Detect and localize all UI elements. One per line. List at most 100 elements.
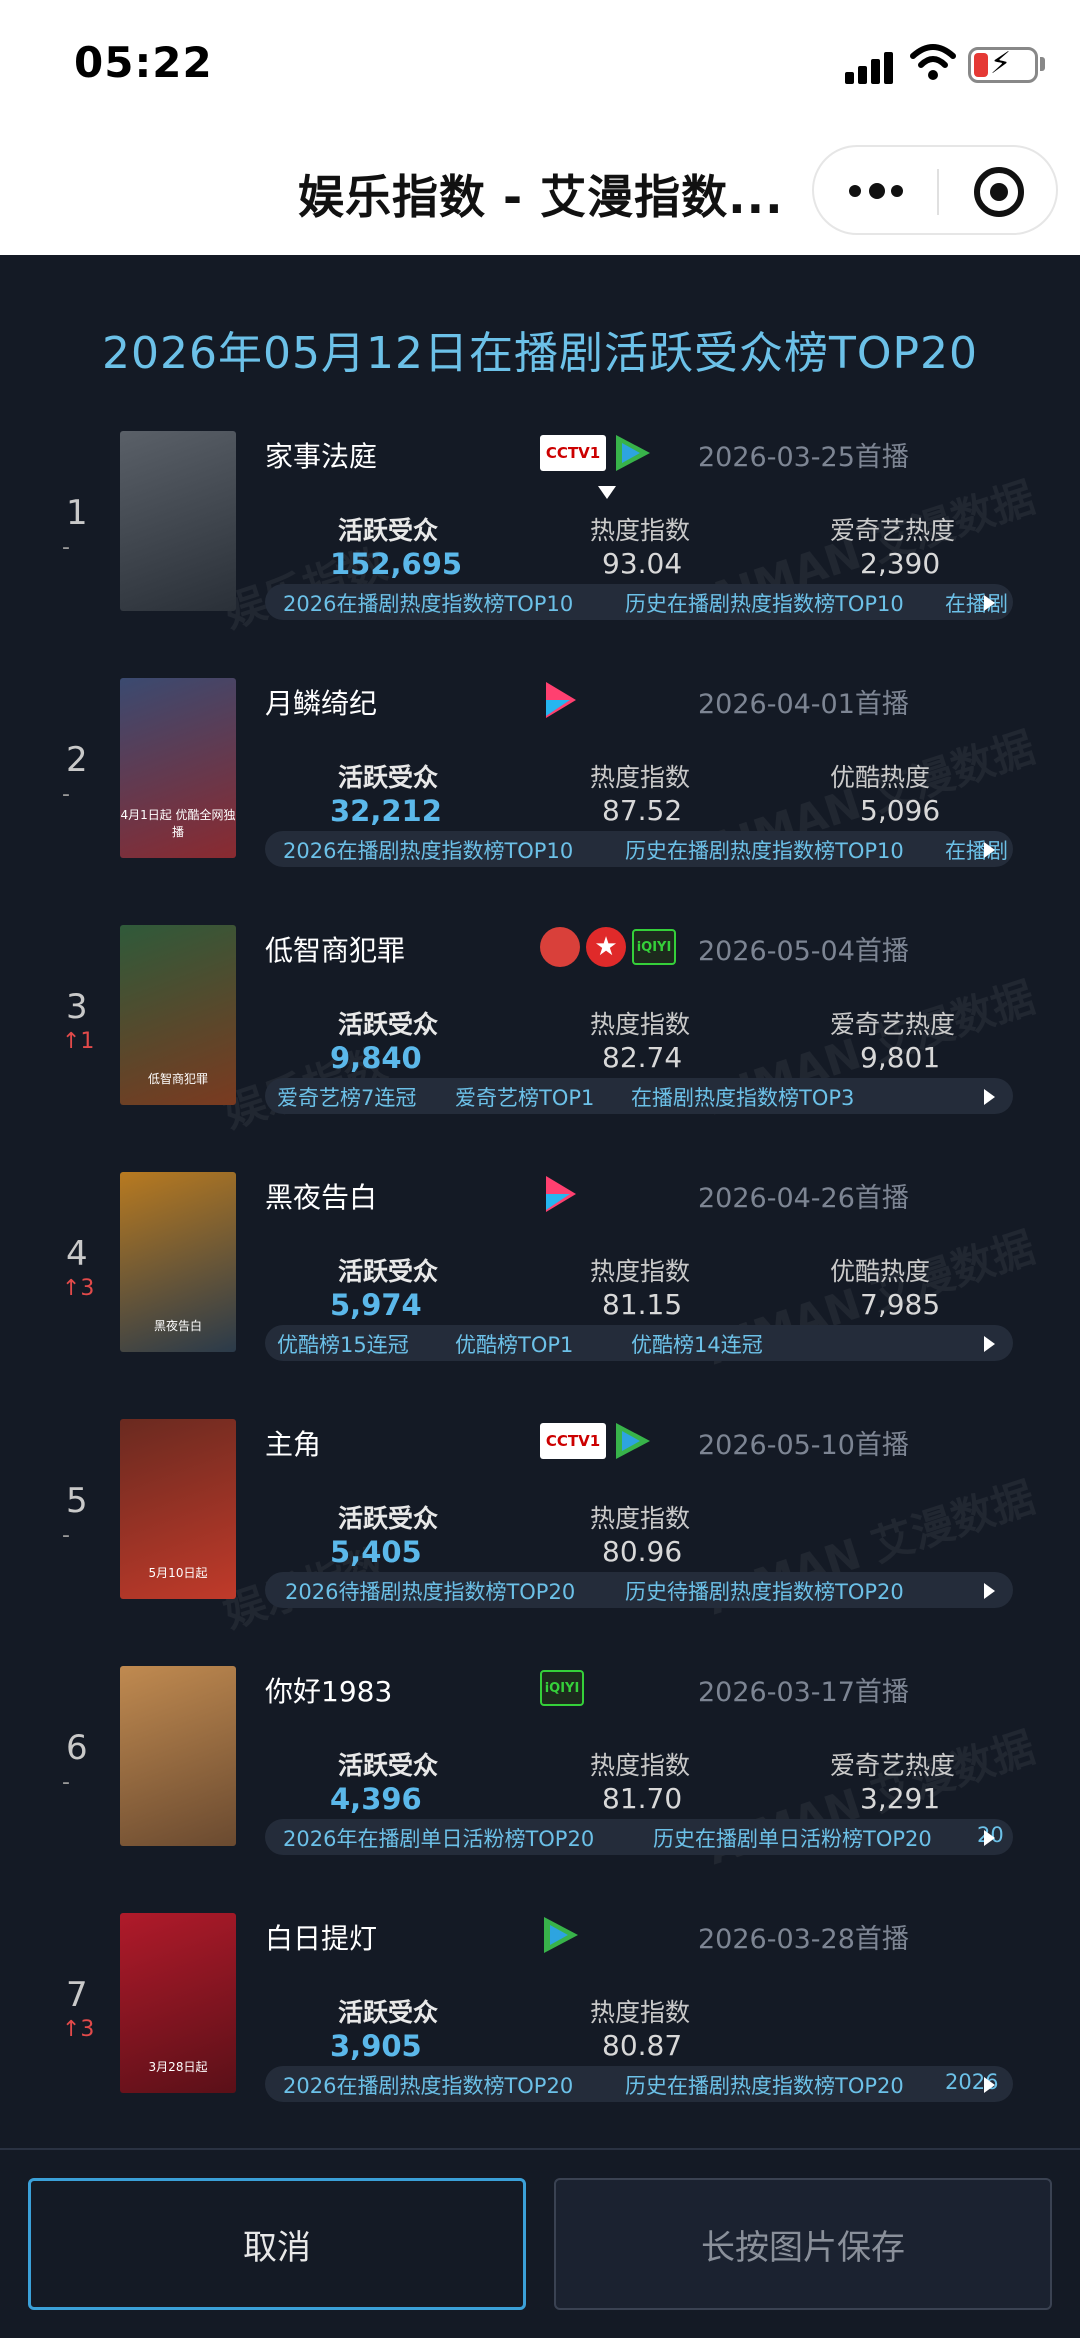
rank-change: ↑1 <box>62 1029 95 1054</box>
show-poster[interactable]: 3月28日起 <box>120 1913 236 2093</box>
platform-logos: iQIYI <box>540 1668 584 1708</box>
scroll-right-arrow-icon[interactable] <box>984 842 995 858</box>
platform-heat-value: 3,291 <box>860 1782 941 1815</box>
platform-logos: ★ iQIYI <box>540 927 676 967</box>
save-image-hint-button[interactable]: 长按图片保存 <box>554 2178 1052 2310</box>
audience-value: 9,840 <box>330 1041 422 1075</box>
rank-change: ↑3 <box>62 2017 95 2042</box>
audience-label: 活跃受众 <box>338 1751 439 1780</box>
show-name[interactable]: 低智商犯罪 <box>265 929 405 969</box>
audience-label: 活跃受众 <box>338 1998 439 2027</box>
show-name[interactable]: 家事法庭 <box>265 435 377 475</box>
heat-index-label: 热度指数 <box>590 516 691 545</box>
poster-caption: 低智商犯罪 <box>147 1072 208 1086</box>
scroll-right-arrow-icon[interactable] <box>984 1583 995 1599</box>
achievement-tag[interactable]: 2026在播剧热度指数榜TOP20 <box>283 2070 573 2100</box>
close-mini-program-icon[interactable] <box>974 167 1024 217</box>
ranking-panel: 2026年05月12日在播剧活跃受众榜TOP20 AIMAN 艾漫数据 AIMAN… <box>0 255 1080 2148</box>
achievement-tag[interactable]: 历史在播剧热度指数榜TOP10 <box>625 835 904 865</box>
rank-change: - <box>62 1523 70 1548</box>
ranking-row[interactable]: 4 ↑3 黑夜告白 黑夜告白 2026-04-26首播 活跃受众 热度指数 优酷热度 5,974… <box>0 1172 1080 1419</box>
heat-index-label: 热度指数 <box>590 1010 691 1039</box>
cancel-button[interactable]: 取消 <box>28 2178 526 2310</box>
show-poster[interactable]: 4月1日起 优酷全网独播 <box>120 678 236 858</box>
rank-number: 6 <box>66 1728 88 1768</box>
scroll-right-arrow-icon[interactable] <box>984 1089 995 1105</box>
cctv-logo-icon: CCTV1 <box>540 1423 606 1459</box>
status-bar: 05:22 ⚡ <box>0 0 1080 135</box>
premiere-date: 2026-04-01首播 <box>698 689 909 720</box>
achievement-tag[interactable]: 历史在播剧热度指数榜TOP20 <box>625 2070 904 2100</box>
achievement-tag-bar[interactable]: 2026在播剧热度指数榜TOP10 历史在播剧热度指数榜TOP10 在播剧 <box>265 584 1013 620</box>
ranking-row[interactable]: 5- 5月10日起 主角 CCTV1 2026-05-10首播 活跃受众 热度指数 5,405… <box>0 1419 1080 1666</box>
achievement-tag-bar[interactable]: 优酷榜15连冠 优酷榜TOP1 优酷榜14连冠 <box>265 1325 1013 1361</box>
show-poster[interactable]: 5月10日起 <box>120 1419 236 1599</box>
page-title: 娱乐指数 - 艾漫指数... <box>298 170 784 224</box>
heat-index-value: 80.87 <box>602 2029 683 2062</box>
achievement-tag-bar[interactable]: 爱奇艺榜7连冠 爱奇艺榜TOP1 在播剧热度指数榜TOP3 <box>265 1078 1013 1114</box>
achievement-tag[interactable]: 2026在播剧热度指数榜TOP10 <box>283 588 573 618</box>
achievement-tag-bar[interactable]: 2026在播剧热度指数榜TOP10 历史在播剧热度指数榜TOP10 在播剧 <box>265 831 1013 867</box>
platform-heat-value: 7,985 <box>860 1288 941 1321</box>
premiere-date: 2026-04-26首播 <box>698 1183 909 1214</box>
platform-heat-value: 9,801 <box>860 1041 941 1074</box>
ranking-title: 2026年05月12日在播剧活跃受众榜TOP20 <box>102 328 978 379</box>
scroll-right-arrow-icon[interactable] <box>984 1830 995 1846</box>
ranking-row[interactable]: 3 ↑1 低智商犯罪 低智商犯罪 ★ iQIYI 2026-05-04首播 活跃受众 热度指数爱… <box>0 925 1080 1172</box>
platform-heat-label: 优酷热度 <box>830 763 931 792</box>
heat-index-value: 87.52 <box>602 794 683 827</box>
achievement-tag[interactable]: 历史待播剧热度指数榜TOP20 <box>625 1576 904 1606</box>
audience-label: 活跃受众 <box>338 516 439 545</box>
show-name[interactable]: 黑夜告白 <box>265 1176 377 1216</box>
achievement-tag[interactable]: 在播剧 <box>945 835 1008 865</box>
scroll-right-arrow-icon[interactable] <box>984 1336 995 1352</box>
heat-index-label: 热度指数 <box>590 1998 691 2027</box>
rank-change: ↑3 <box>62 1276 95 1301</box>
show-poster[interactable] <box>120 431 236 611</box>
poster-caption: 黑夜告白 <box>153 1319 202 1333</box>
show-name[interactable]: 月鳞绮纪 <box>265 682 377 722</box>
achievement-tag-bar[interactable]: 2026在播剧热度指数榜TOP20 历史在播剧热度指数榜TOP20 2026 <box>265 2066 1013 2102</box>
achievement-tag[interactable]: 历史在播剧热度指数榜TOP10 <box>625 588 904 618</box>
ranking-row[interactable]: 2- 4月1日起 优酷全网独播 月鳞绮纪 2026-04-01首播 活跃受众 热度指数 优酷… <box>0 678 1080 925</box>
more-icon[interactable] <box>849 183 905 199</box>
premiere-date: 2026-05-04首播 <box>698 936 909 967</box>
achievement-tag[interactable]: 2026年在播剧单日活粉榜TOP20 <box>283 1823 594 1853</box>
achievement-tag[interactable]: 在播剧 <box>945 588 1008 618</box>
show-poster[interactable]: 黑夜告白 <box>120 1172 236 1352</box>
star-logo-icon: ★ <box>586 927 626 967</box>
achievement-tag[interactable]: 2026在播剧热度指数榜TOP10 <box>283 835 573 865</box>
audience-value: 5,405 <box>330 1535 422 1569</box>
show-name[interactable]: 主角 <box>265 1423 321 1463</box>
rank-number: 5 <box>66 1481 88 1521</box>
achievement-tag[interactable]: 爱奇艺榜TOP1 <box>455 1082 594 1112</box>
scroll-right-arrow-icon[interactable] <box>984 595 995 611</box>
scroll-right-arrow-icon[interactable] <box>984 2077 995 2093</box>
show-poster[interactable] <box>120 1666 236 1846</box>
battery-tip <box>1040 57 1045 71</box>
ranking-row[interactable]: 7 ↑3 3月28日起 白日提灯 2026-03-28首播 活跃受众 热度指数 3,905 80… <box>0 1913 1080 2148</box>
show-name[interactable]: 白日提灯 <box>265 1917 377 1957</box>
achievement-tag[interactable]: 2026待播剧热度指数榜TOP20 <box>285 1576 575 1606</box>
premiere-date: 2026-05-10首播 <box>698 1430 909 1461</box>
ranking-row[interactable]: 1- 家事法庭 CCTV1 2026-03-25首播 活跃受众 热度指数 爱奇艺热度 152,… <box>0 431 1080 678</box>
achievement-tag-bar[interactable]: 2026待播剧热度指数榜TOP20 历史待播剧热度指数榜TOP20 <box>265 1572 1013 1608</box>
audience-label: 活跃受众 <box>338 1010 439 1039</box>
show-poster[interactable]: 低智商犯罪 <box>120 925 236 1105</box>
achievement-tag[interactable]: 在播剧热度指数榜TOP3 <box>631 1082 854 1112</box>
audience-value: 32,212 <box>330 794 442 828</box>
achievement-tag[interactable]: 优酷榜14连冠 <box>631 1329 763 1359</box>
achievement-tag[interactable]: 历史在播剧单日活粉榜TOP20 <box>653 1823 932 1853</box>
achievement-tag[interactable]: 爱奇艺榜7连冠 <box>277 1082 416 1112</box>
signal-icon <box>845 50 897 84</box>
show-name[interactable]: 你好1983 <box>265 1670 392 1710</box>
ranking-row[interactable]: 6- 你好1983 iQIYI 2026-03-17首播 活跃受众 热度指数 爱奇艺热度 4,… <box>0 1666 1080 1913</box>
wifi-icon <box>910 44 956 80</box>
poster-caption: 4月1日起 优酷全网独播 <box>120 808 236 839</box>
heat-index-value: 82.74 <box>602 1041 683 1074</box>
capsule-divider <box>937 169 939 215</box>
achievement-tag[interactable]: 优酷榜TOP1 <box>455 1329 573 1359</box>
platform-heat-label: 爱奇艺热度 <box>830 1010 956 1039</box>
achievement-tag[interactable]: 优酷榜15连冠 <box>277 1329 409 1359</box>
achievement-tag-bar[interactable]: 2026年在播剧单日活粉榜TOP20 历史在播剧单日活粉榜TOP20 20 <box>265 1819 1013 1855</box>
